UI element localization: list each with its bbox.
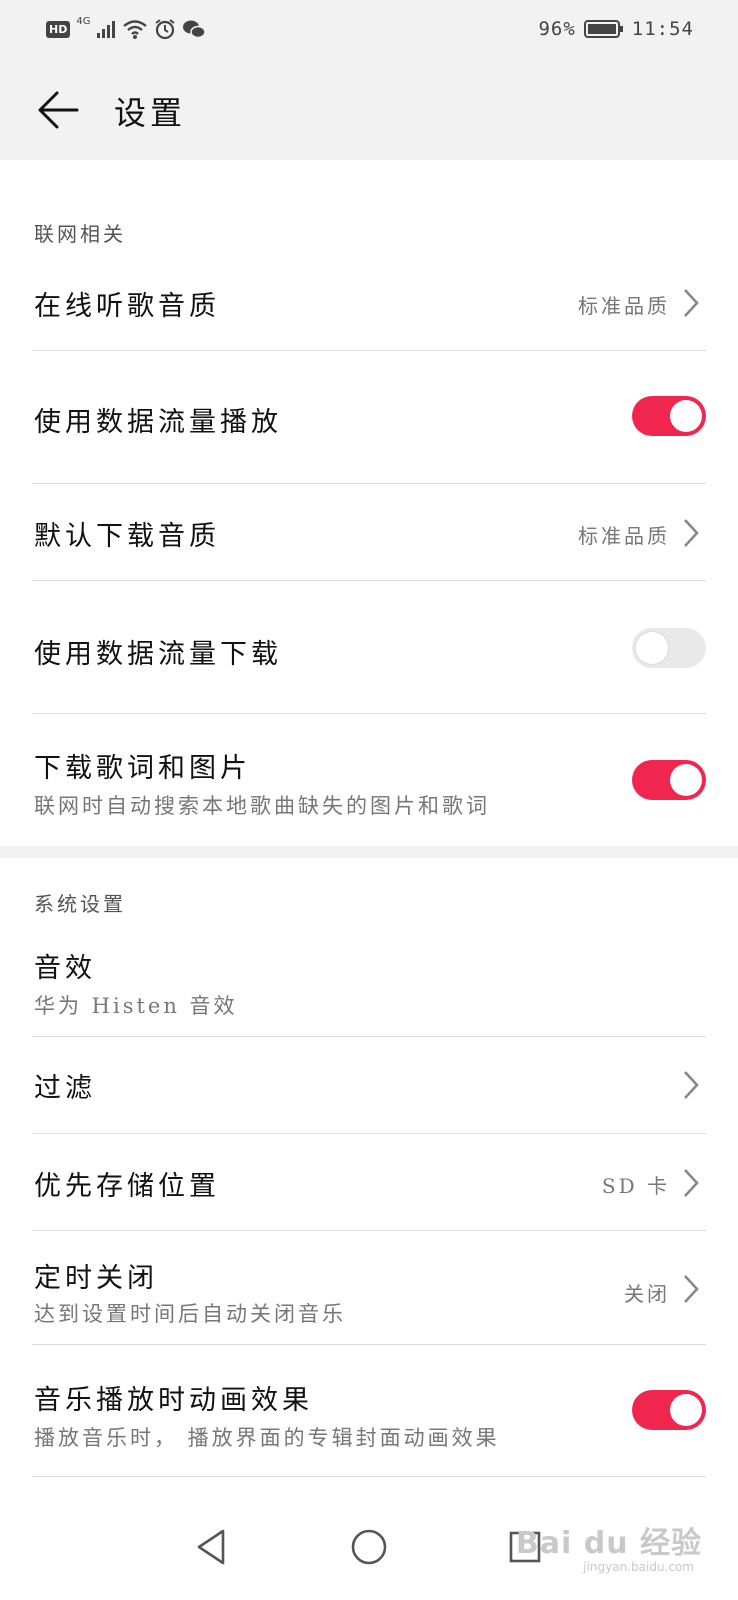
clock: 11:54 (631, 18, 694, 40)
data-download-toggle[interactable] (632, 628, 706, 668)
setting-subtitle: 播放音乐时， 播放界面的专辑封面动画效果 (34, 1426, 500, 1450)
arrow-left-icon (38, 91, 79, 129)
baidu-watermark-url: jingyan.baidu.com (583, 1560, 694, 1574)
chevron-right-icon (684, 519, 699, 547)
app-bar: 设置 (0, 62, 738, 160)
toggle-knob (670, 764, 702, 796)
setting-value: 标准品质 (578, 524, 670, 548)
nav-home-button[interactable] (344, 1522, 394, 1572)
setting-data-playback[interactable]: 使用数据流量播放 (32, 380, 706, 456)
battery-icon (583, 20, 623, 38)
setting-label: 音效 (34, 953, 96, 984)
setting-label: 使用数据流量播放 (34, 407, 282, 438)
divider (32, 350, 706, 351)
back-button[interactable] (30, 84, 86, 136)
setting-label: 在线听歌音质 (34, 291, 220, 322)
battery-percent: 96% (538, 18, 576, 40)
triangle-back-icon (197, 1529, 225, 1565)
signal-icon (97, 21, 116, 38)
section-header-system: 系统设置 (34, 892, 126, 916)
circle-home-icon (351, 1529, 387, 1565)
divider (32, 1344, 706, 1345)
hd-badge: HD (46, 20, 71, 38)
setting-subtitle: 达到设置时间后自动关闭音乐 (34, 1302, 346, 1326)
setting-label: 默认下载音质 (34, 521, 220, 552)
divider (32, 580, 706, 581)
baidu-watermark: Bai du 经验 (515, 1526, 702, 1561)
setting-label: 使用数据流量下载 (34, 639, 282, 670)
setting-label: 过滤 (34, 1073, 96, 1104)
setting-download-lyrics[interactable]: 下载歌词和图片 联网时自动搜索本地歌曲缺失的图片和歌词 (32, 740, 706, 830)
setting-sound-effect[interactable]: 音效 华为 Histen 音效 (32, 940, 706, 1030)
wechat-icon (183, 20, 207, 39)
toggle-knob (636, 632, 668, 664)
page-title: 设置 (114, 94, 187, 132)
setting-data-download[interactable]: 使用数据流量下载 (32, 612, 706, 688)
setting-value: SD 卡 (601, 1174, 670, 1198)
data-playback-toggle[interactable] (632, 396, 706, 436)
setting-subtitle: 联网时自动搜索本地歌曲缺失的图片和歌词 (34, 794, 490, 818)
section-separator (0, 846, 738, 858)
alarm-icon (155, 19, 176, 40)
download-lyrics-toggle[interactable] (632, 760, 706, 800)
setting-storage-location[interactable]: 优先存储位置 SD 卡 (32, 1150, 706, 1230)
setting-subtitle: 华为 Histen 音效 (34, 994, 238, 1018)
divider (32, 483, 706, 484)
toggle-knob (670, 400, 702, 432)
chevron-right-icon (684, 1169, 699, 1197)
setting-label: 优先存储位置 (34, 1171, 220, 1202)
divider (32, 1133, 706, 1134)
nav-back-button[interactable] (186, 1522, 236, 1572)
setting-playback-animation[interactable]: 音乐播放时动画效果 播放音乐时， 播放界面的专辑封面动画效果 (32, 1372, 706, 1464)
setting-filter[interactable]: 过滤 (32, 1050, 706, 1130)
divider (32, 713, 706, 714)
setting-label: 下载歌词和图片 (34, 753, 251, 784)
divider (32, 1476, 706, 1477)
divider (32, 1036, 706, 1037)
setting-value: 标准品质 (578, 294, 670, 318)
setting-label: 音乐播放时动画效果 (34, 1385, 313, 1416)
setting-sleep-timer[interactable]: 定时关闭 达到设置时间后自动关闭音乐 关闭 (32, 1250, 706, 1342)
network-label: 4G (76, 15, 91, 27)
toggle-knob (670, 1394, 702, 1426)
playback-animation-toggle[interactable] (632, 1390, 706, 1430)
section-header-network: 联网相关 (34, 222, 126, 246)
chevron-right-icon (684, 1071, 699, 1099)
setting-download-quality[interactable]: 默认下载音质 标准品质 (32, 500, 706, 580)
status-icons-left: HD 4G (46, 15, 207, 40)
divider (32, 1230, 706, 1231)
status-bar: HD 4G 96% 11:54 (0, 0, 738, 62)
chevron-right-icon (684, 1275, 699, 1303)
chevron-right-icon (684, 289, 699, 317)
setting-online-quality[interactable]: 在线听歌音质 标准品质 (32, 270, 706, 350)
setting-label: 定时关闭 (34, 1263, 158, 1294)
wifi-icon (123, 20, 148, 39)
status-icons-right: 96% 11:54 (538, 18, 694, 40)
setting-value: 关闭 (624, 1282, 670, 1306)
